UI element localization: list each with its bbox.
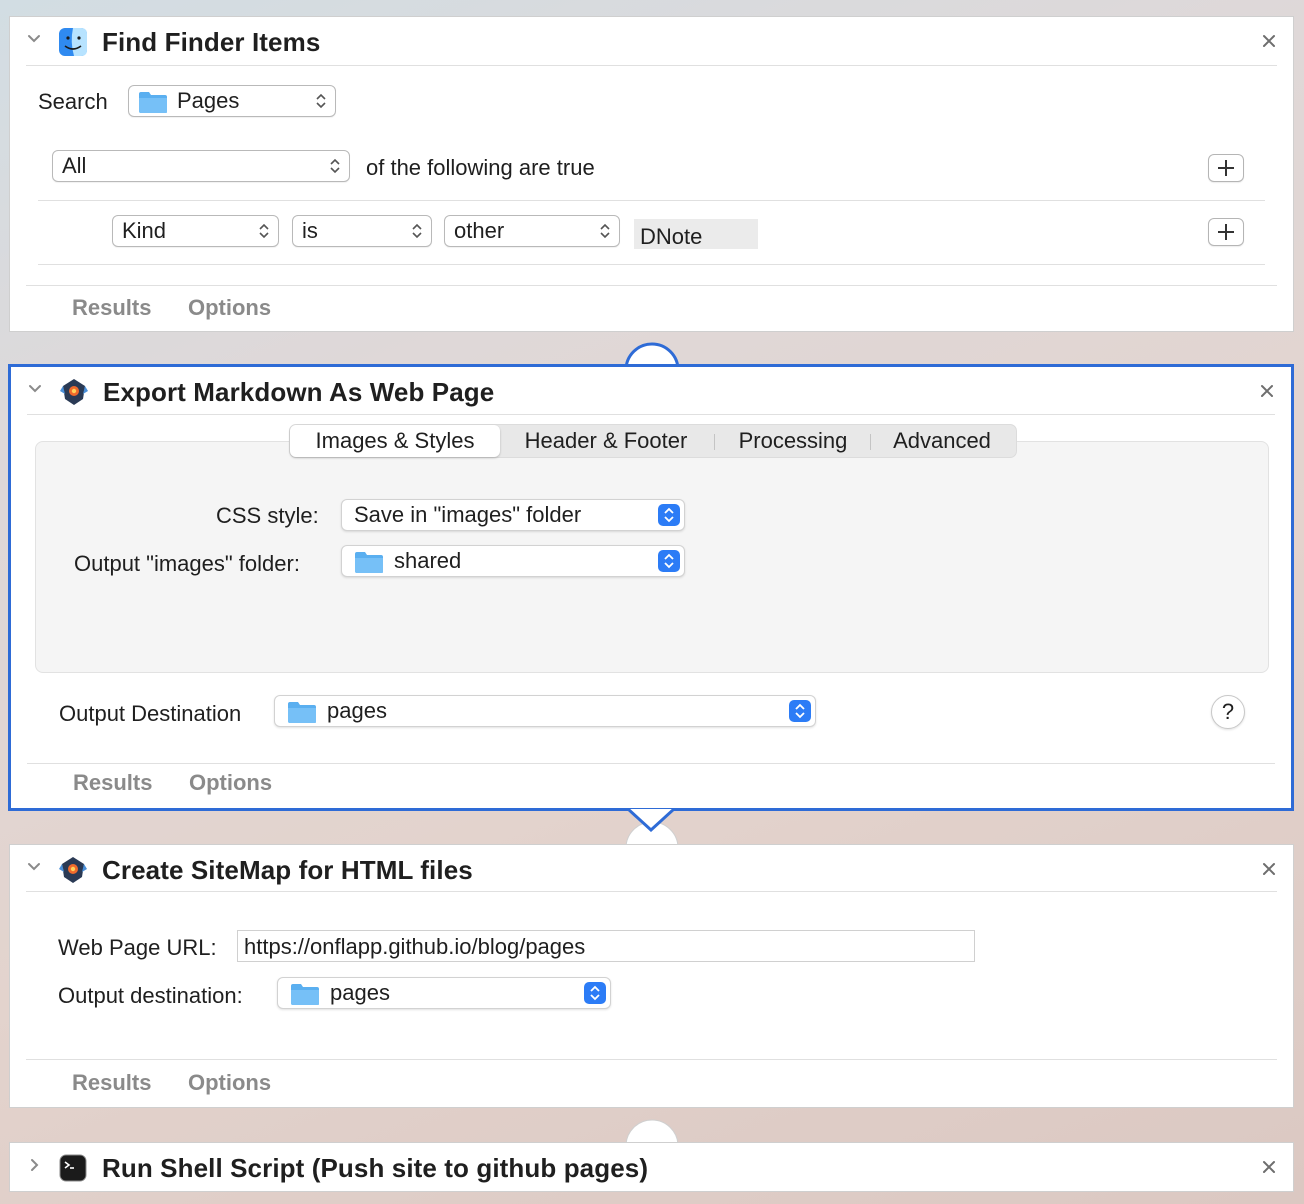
condition-value-field[interactable]: DNote bbox=[634, 219, 758, 249]
folder-icon bbox=[288, 702, 316, 723]
markdown-export-icon bbox=[60, 379, 88, 405]
output-destination-popup[interactable]: pages bbox=[274, 695, 816, 727]
action-title: Create SiteMap for HTML files bbox=[102, 855, 473, 885]
settings-tabs: Images & Styles Header & Footer Processi… bbox=[289, 424, 1017, 458]
action-title: Find Finder Items bbox=[102, 27, 321, 57]
images-folder-popup[interactable]: shared bbox=[341, 545, 685, 577]
condition-attribute-popup[interactable]: Kind bbox=[112, 215, 279, 247]
results-tab[interactable]: Results bbox=[72, 1070, 151, 1096]
search-location-value: Pages bbox=[177, 88, 240, 113]
options-tab[interactable]: Options bbox=[188, 295, 271, 321]
popup-arrows-icon bbox=[316, 93, 326, 109]
add-condition-button[interactable] bbox=[1208, 154, 1244, 182]
finder-icon bbox=[59, 28, 87, 56]
chevron-down-icon[interactable] bbox=[26, 31, 42, 47]
search-label: Search bbox=[38, 89, 108, 114]
action-header: Find Finder Items bbox=[10, 17, 1293, 65]
markdown-export-icon bbox=[59, 857, 87, 883]
web-page-url-field[interactable]: https://onflapp.github.io/blog/pages bbox=[237, 930, 975, 962]
images-folder-label: Output "images" folder: bbox=[74, 551, 300, 576]
popup-arrows-icon bbox=[600, 223, 610, 239]
web-page-url-label: Web Page URL: bbox=[58, 935, 217, 960]
add-subcondition-button[interactable] bbox=[1208, 218, 1244, 246]
action-header: Export Markdown As Web Page bbox=[11, 367, 1291, 415]
close-icon[interactable] bbox=[1261, 33, 1277, 49]
folder-icon bbox=[139, 92, 167, 113]
tab-advanced[interactable]: Advanced bbox=[872, 425, 1012, 457]
action-find-finder-items: Find Finder Items Search Pages All of th… bbox=[9, 16, 1294, 332]
chevron-right-icon[interactable] bbox=[26, 1157, 42, 1173]
action-footer: Results Options bbox=[10, 283, 1293, 331]
popup-arrows-icon bbox=[658, 504, 680, 526]
action-footer: Results Options bbox=[10, 1059, 1293, 1107]
popup-arrows-icon bbox=[412, 223, 422, 239]
popup-arrows-icon bbox=[789, 700, 811, 722]
action-export-markdown: Export Markdown As Web Page Images & Sty… bbox=[8, 364, 1294, 811]
output-destination-label: Output destination: bbox=[58, 983, 243, 1008]
css-style-value: Save in "images" folder bbox=[354, 502, 582, 527]
help-button[interactable]: ? bbox=[1211, 695, 1245, 729]
plus-icon bbox=[1218, 160, 1234, 176]
output-destination-popup[interactable]: pages bbox=[277, 977, 611, 1009]
condition-operator-popup[interactable]: is bbox=[292, 215, 432, 247]
condition-type-popup[interactable]: other bbox=[444, 215, 620, 247]
popup-arrows-icon bbox=[584, 982, 606, 1004]
action-header: Create SiteMap for HTML files bbox=[10, 845, 1293, 893]
popup-arrows-icon bbox=[330, 158, 340, 174]
css-style-label: CSS style: bbox=[216, 503, 319, 528]
css-style-popup[interactable]: Save in "images" folder bbox=[341, 499, 685, 531]
tab-images-styles[interactable]: Images & Styles bbox=[290, 425, 500, 457]
match-suffix-label: of the following are true bbox=[366, 155, 595, 180]
action-run-shell-script: Run Shell Script (Push site to github pa… bbox=[9, 1142, 1294, 1192]
folder-icon bbox=[355, 552, 383, 573]
action-title: Export Markdown As Web Page bbox=[103, 377, 495, 407]
close-icon[interactable] bbox=[1261, 861, 1277, 877]
popup-arrows-icon bbox=[658, 550, 680, 572]
chevron-down-icon[interactable] bbox=[26, 859, 42, 875]
match-mode-value: All bbox=[62, 153, 87, 178]
images-folder-value: shared bbox=[394, 548, 462, 573]
action-header: Run Shell Script (Push site to github pa… bbox=[10, 1143, 1293, 1191]
output-destination-label: Output Destination bbox=[59, 701, 242, 726]
search-location-popup[interactable]: Pages bbox=[128, 85, 336, 117]
terminal-icon bbox=[59, 1154, 87, 1182]
match-mode-popup[interactable]: All bbox=[52, 150, 350, 182]
action-footer: Results Options bbox=[11, 762, 1291, 808]
selection-notch bbox=[628, 808, 674, 832]
action-create-sitemap: Create SiteMap for HTML files Web Page U… bbox=[9, 844, 1294, 1108]
output-destination-value: pages bbox=[330, 980, 390, 1005]
action-title: Run Shell Script (Push site to github pa… bbox=[102, 1153, 649, 1183]
tab-processing[interactable]: Processing bbox=[716, 425, 870, 457]
options-tab[interactable]: Options bbox=[188, 1070, 271, 1096]
results-tab[interactable]: Results bbox=[72, 295, 151, 321]
folder-icon bbox=[291, 984, 319, 1005]
popup-arrows-icon bbox=[259, 223, 269, 239]
plus-icon bbox=[1218, 224, 1234, 240]
options-tab[interactable]: Options bbox=[189, 770, 272, 796]
close-icon[interactable] bbox=[1261, 1159, 1277, 1175]
action-connector bbox=[625, 1119, 679, 1146]
results-tab[interactable]: Results bbox=[73, 770, 152, 796]
chevron-down-icon[interactable] bbox=[27, 381, 43, 397]
tab-header-footer[interactable]: Header & Footer bbox=[504, 425, 708, 457]
close-icon[interactable] bbox=[1259, 383, 1275, 399]
output-destination-value: pages bbox=[327, 698, 387, 723]
